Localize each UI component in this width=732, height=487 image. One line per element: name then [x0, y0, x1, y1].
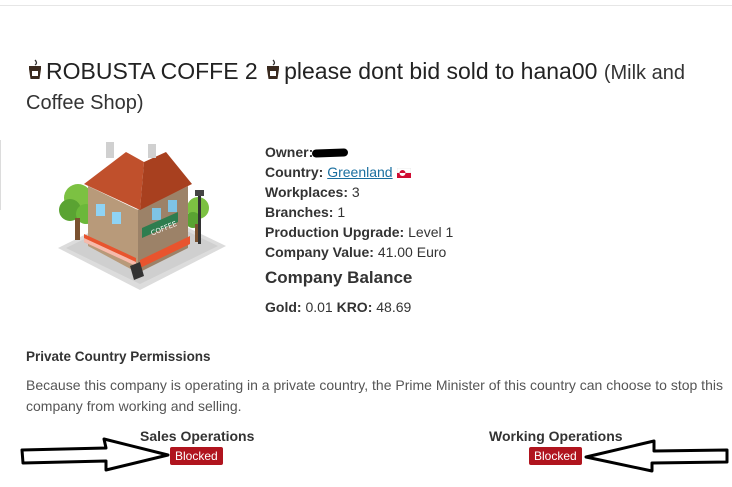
workplaces-value: 3	[351, 184, 360, 200]
company-value-row: Company Value: 41.00 Euro	[265, 242, 453, 262]
workplaces-row: Workplaces: 3	[265, 182, 453, 202]
working-status-badge: Blocked	[529, 447, 582, 465]
top-divider	[0, 5, 732, 6]
branches-value: 1	[337, 204, 346, 220]
country-link[interactable]: Greenland	[327, 164, 392, 180]
sales-status-badge: Blocked	[170, 447, 223, 465]
arrow-right-icon	[20, 437, 170, 472]
balance-values: Gold: 0.01 KRO: 48.69	[265, 299, 411, 315]
company-name: ROBUSTA COFFE 2	[46, 58, 258, 84]
page-title: ROBUSTA COFFE 2 please dont bid sold to …	[26, 57, 716, 117]
owner-redacted	[312, 148, 349, 158]
branches-row: Branches: 1	[265, 202, 453, 222]
company-building-logo: COFFEE	[48, 138, 230, 300]
arrow-left-icon	[584, 439, 729, 473]
company-balance-heading: Company Balance	[265, 268, 413, 287]
workplaces-label: Workplaces:	[265, 184, 348, 200]
branches-label: Branches:	[265, 204, 334, 220]
owner-label: Owner:	[265, 144, 314, 160]
kro-value: 48.69	[376, 299, 412, 315]
production-upgrade-value: Level 1	[408, 224, 454, 240]
coffee-cup-icon	[26, 59, 46, 81]
company-value-label: Company Value:	[265, 244, 374, 260]
gold-value: 0.01	[305, 299, 333, 315]
owner-row: Owner:	[265, 142, 453, 162]
company-info: Owner: Country: Greenland Workplaces: 3 …	[265, 142, 453, 262]
country-row: Country: Greenland	[265, 162, 453, 182]
permissions-description: Because this company is operating in a p…	[26, 377, 723, 414]
permissions-heading: Private Country Permissions	[26, 349, 211, 364]
gold-label: Gold:	[265, 299, 302, 315]
greenland-flag-icon	[396, 163, 411, 178]
left-edge-divider	[0, 140, 1, 210]
kro-label: KRO:	[336, 299, 373, 315]
company-name-note: please dont bid sold to hana00	[284, 58, 598, 84]
coffee-cup-icon	[264, 59, 284, 81]
production-upgrade-row: Production Upgrade: Level 1	[265, 222, 453, 242]
company-value-value: 41.00 Euro	[377, 244, 447, 260]
production-upgrade-label: Production Upgrade:	[265, 224, 405, 240]
country-label: Country:	[265, 164, 324, 180]
